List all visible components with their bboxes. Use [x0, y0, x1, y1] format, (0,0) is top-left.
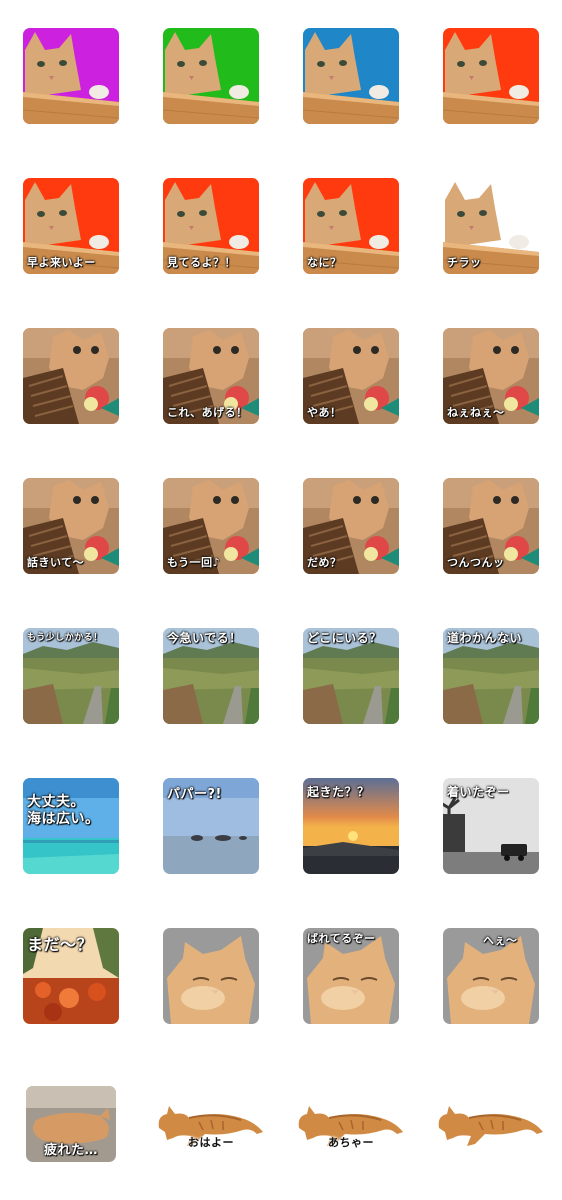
sticker-s12[interactable]: ねぇねぇ〜: [443, 328, 539, 424]
sticker-caption: 起きた？？: [307, 785, 370, 799]
sticker-caption: へぇ〜: [483, 934, 518, 947]
sticker-s17[interactable]: もう少しかかる！: [23, 628, 119, 724]
sticker-caption: だめ？: [307, 556, 342, 569]
sticker-caption: チラッ: [447, 256, 482, 269]
sticker-s19[interactable]: どこにいる？: [303, 628, 399, 724]
sticker-s25[interactable]: まだ〜？: [23, 928, 119, 1024]
sticker-s24[interactable]: 着いたぞー: [443, 778, 539, 874]
sticker-caption: ばれてるぞー: [307, 932, 376, 945]
sticker-caption: 道わかんない: [447, 631, 523, 645]
sticker-s29[interactable]: 疲れた…: [26, 1086, 116, 1162]
sticker-caption: やあ！: [307, 406, 342, 419]
sticker-s20[interactable]: 道わかんない: [443, 628, 539, 724]
sticker-s21[interactable]: 大丈夫。 海は広い。: [23, 778, 119, 874]
sticker-s32[interactable]: [438, 1102, 543, 1162]
sticker-s23[interactable]: 起きた？？: [303, 778, 399, 874]
sticker-s26[interactable]: [163, 928, 259, 1024]
sticker-caption: どこにいる？: [307, 631, 382, 645]
sticker-caption: もう少しかかる！: [27, 633, 103, 643]
sticker-s14[interactable]: もう一回♪: [163, 478, 259, 574]
sticker-caption: 今急いでる！: [167, 631, 242, 645]
sticker-s04[interactable]: [443, 28, 539, 124]
sticker-caption: ねぇねぇ〜: [447, 406, 505, 419]
sticker-s15[interactable]: だめ？: [303, 478, 399, 574]
sticker-s30[interactable]: おはよー: [158, 1102, 263, 1162]
sticker-caption: もう一回♪: [167, 556, 221, 569]
sticker-s06[interactable]: 見てるよ？！: [163, 178, 259, 274]
sticker-caption: あちゃー: [328, 1136, 374, 1149]
sticker-s18[interactable]: 今急いでる！: [163, 628, 259, 724]
sticker-caption: 着いたぞー: [447, 785, 510, 799]
sticker-s02[interactable]: [163, 28, 259, 124]
sticker-grid: 早よ来いよー 見てるよ？！ なに？ チラッ これ、あげる！ やあ！ ねぇねぇ〜 話きいて〜 もう…: [0, 0, 562, 1200]
sticker-s28[interactable]: へぇ〜: [443, 928, 539, 1024]
sticker-caption: 話きいて〜: [27, 556, 85, 569]
sticker-s08[interactable]: チラッ: [443, 178, 539, 274]
sticker-caption: なに？: [307, 256, 342, 269]
sticker-caption: パパー?!: [167, 787, 222, 802]
sticker-s22[interactable]: パパー?!: [163, 778, 259, 874]
sticker-s01[interactable]: [23, 28, 119, 124]
sticker-caption: 早よ来いよー: [27, 256, 96, 269]
sticker-s10[interactable]: これ、あげる！: [163, 328, 259, 424]
sticker-s13[interactable]: 話きいて〜: [23, 478, 119, 574]
sticker-s05[interactable]: 早よ来いよー: [23, 178, 119, 274]
sticker-s31[interactable]: あちゃー: [298, 1102, 403, 1162]
sticker-s09[interactable]: [23, 328, 119, 424]
sticker-caption: 大丈夫。 海は広い。: [27, 794, 100, 827]
sticker-caption: まだ〜？: [27, 935, 94, 954]
sticker-caption: おはよー: [188, 1136, 234, 1149]
sticker-caption: 見てるよ？！: [167, 256, 236, 269]
sticker-s16[interactable]: つんつんッ: [443, 478, 539, 574]
sticker-caption: つんつんッ: [447, 556, 505, 569]
sticker-s11[interactable]: やあ！: [303, 328, 399, 424]
sticker-s27[interactable]: ばれてるぞー: [303, 928, 399, 1024]
sticker-s07[interactable]: なに？: [303, 178, 399, 274]
sticker-caption: これ、あげる！: [167, 406, 248, 419]
sticker-s03[interactable]: [303, 28, 399, 124]
sticker-caption: 疲れた…: [44, 1143, 99, 1158]
